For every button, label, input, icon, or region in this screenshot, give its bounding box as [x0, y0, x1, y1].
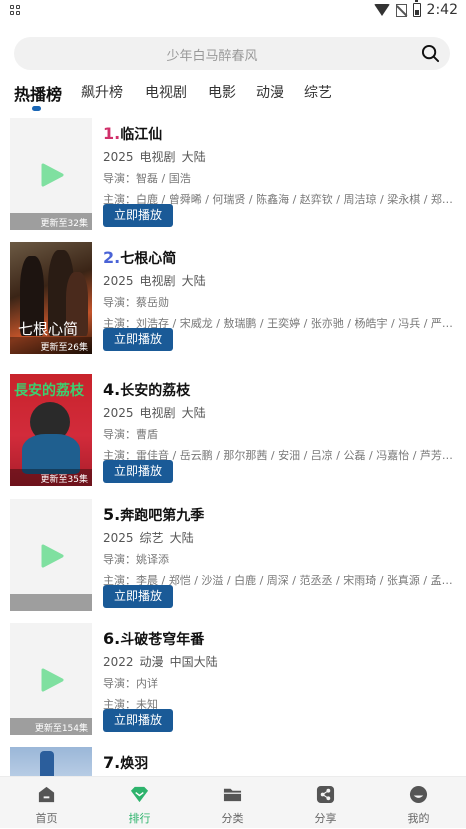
tab-anime[interactable]: 动漫 [256, 82, 284, 102]
item-name: 临江仙 [120, 127, 163, 143]
play-now-button[interactable]: 立即播放 [103, 585, 173, 608]
tab-tv[interactable]: 电视剧 [145, 82, 187, 102]
poster-title-art: 長安的荔枝 [14, 383, 84, 399]
home-icon [38, 786, 55, 803]
item-director: 导演：姚译添 [103, 553, 169, 566]
no-sim-icon [395, 3, 407, 17]
item-name: 斗破苍穹年番 [120, 632, 205, 648]
rank-number: 1. [103, 124, 121, 143]
item-meta: 2025 电视剧 大陆 [103, 406, 206, 420]
tab-movie[interactable]: 电影 [208, 82, 236, 102]
play-now-button[interactable]: 立即播放 [103, 328, 173, 351]
list-item[interactable]: 更新至154集 6.斗破苍穹年番 2022 动漫 中国大陆 导演：内详 主演：未知 … [0, 623, 466, 743]
episode-badge: 更新至26集 [10, 337, 92, 354]
item-director: 导演：曹盾 [103, 428, 158, 441]
nav-category[interactable]: 分类 [186, 777, 279, 829]
item-title[interactable]: 1.临江仙 [103, 124, 162, 144]
item-name: 焕羽 [120, 756, 149, 772]
nav-label: 首页 [35, 812, 58, 825]
poster-image[interactable] [10, 747, 92, 776]
item-meta: 2022 动漫 中国大陆 [103, 655, 218, 669]
nav-label: 我的 [407, 812, 430, 825]
list-item[interactable]: 7.焕羽 [0, 747, 466, 776]
episode-badge: 更新至32集 [10, 213, 92, 230]
category-tabs: 热播榜 飙升榜 电视剧 电影 动漫 综艺 [0, 78, 466, 112]
play-now-button[interactable]: 立即播放 [103, 204, 173, 227]
list-item[interactable]: 5.奔跑吧第九季 2025 综艺 大陆 导演：姚译添 主演：李晨 / 郑恺 / 沙溢… [0, 499, 466, 619]
nav-label: 排行 [128, 812, 151, 825]
rank-number: 6. [103, 629, 121, 648]
rank-number: 7. [103, 753, 121, 772]
nav-profile[interactable]: 我的 [372, 777, 465, 829]
poster-title-art: 七根心简 [18, 320, 79, 338]
search-placeholder[interactable]: 少年白马醉春风 [14, 45, 410, 64]
nav-label: 分类 [221, 812, 244, 825]
list-item[interactable]: 更新至32集 1.临江仙 2025 电视剧 大陆 导演：智磊 / 国浩 主演：白鹿 … [0, 118, 466, 238]
item-director: 导演：智磊 / 国浩 [103, 172, 191, 185]
item-director: 导演：内详 [103, 677, 158, 690]
nav-label: 分享 [314, 812, 337, 825]
item-title[interactable]: 6.斗破苍穹年番 [103, 629, 204, 649]
item-title[interactable]: 4.长安的荔枝 [103, 380, 190, 400]
profile-icon [409, 785, 428, 804]
item-name: 长安的荔枝 [120, 383, 191, 399]
item-title[interactable]: 2.七根心简 [103, 248, 176, 268]
nav-home[interactable]: 首页 [0, 777, 93, 829]
poster-image[interactable]: 長安的荔枝 更新至35集 [10, 374, 92, 486]
app-grid-icon [10, 5, 22, 17]
tab-indicator [32, 106, 41, 111]
poster-placeholder[interactable] [10, 499, 92, 611]
item-title[interactable]: 7.焕羽 [103, 753, 148, 773]
search-bar[interactable]: 少年白马醉春风 [14, 37, 450, 70]
item-meta: 2025 电视剧 大陆 [103, 274, 206, 288]
play-placeholder-icon [41, 668, 64, 692]
item-name: 七根心简 [120, 251, 177, 267]
wifi-icon [373, 4, 390, 16]
item-meta: 2025 电视剧 大陆 [103, 150, 206, 164]
rank-number: 4. [103, 380, 121, 399]
rank-number: 5. [103, 505, 121, 524]
ranking-icon [130, 786, 149, 803]
episode-badge: 更新至35集 [10, 469, 92, 486]
play-placeholder-icon [41, 544, 64, 568]
play-placeholder-icon [41, 163, 64, 187]
poster-image[interactable]: 七根心简 更新至26集 [10, 242, 92, 354]
share-icon [316, 785, 335, 804]
play-now-button[interactable]: 立即播放 [103, 460, 173, 483]
tab-rising[interactable]: 飙升榜 [81, 82, 123, 102]
battery-icon [412, 0, 421, 17]
search-icon[interactable] [421, 44, 440, 63]
nav-share[interactable]: 分享 [279, 777, 372, 829]
status-time: 2:42 [426, 2, 458, 18]
folder-icon [223, 788, 242, 802]
list-item[interactable]: 七根心简 更新至26集 2.七根心简 2025 电视剧 大陆 导演：蔡岳勋 主演：刘… [0, 242, 466, 362]
play-now-button[interactable]: 立即播放 [103, 709, 173, 732]
tab-variety[interactable]: 综艺 [304, 82, 332, 102]
poster-placeholder[interactable]: 更新至32集 [10, 118, 92, 230]
episode-badge: 更新至154集 [10, 718, 92, 735]
item-director: 导演：蔡岳勋 [103, 296, 169, 309]
tab-hot[interactable]: 热播榜 [14, 81, 62, 105]
item-name: 奔跑吧第九季 [120, 508, 205, 524]
bottom-nav: 首页 排行 分类 分享 我的 [0, 776, 466, 828]
item-title[interactable]: 5.奔跑吧第九季 [103, 505, 204, 525]
item-meta: 2025 综艺 大陆 [103, 531, 194, 545]
rank-number: 2. [103, 248, 121, 267]
nav-ranking[interactable]: 排行 [93, 777, 186, 829]
list-item[interactable]: 長安的荔枝 更新至35集 4.长安的荔枝 2025 电视剧 大陆 导演：曹盾 主演：… [0, 374, 466, 494]
episode-badge [10, 594, 92, 611]
poster-placeholder[interactable]: 更新至154集 [10, 623, 92, 735]
status-bar: 2:42 [0, 0, 466, 24]
